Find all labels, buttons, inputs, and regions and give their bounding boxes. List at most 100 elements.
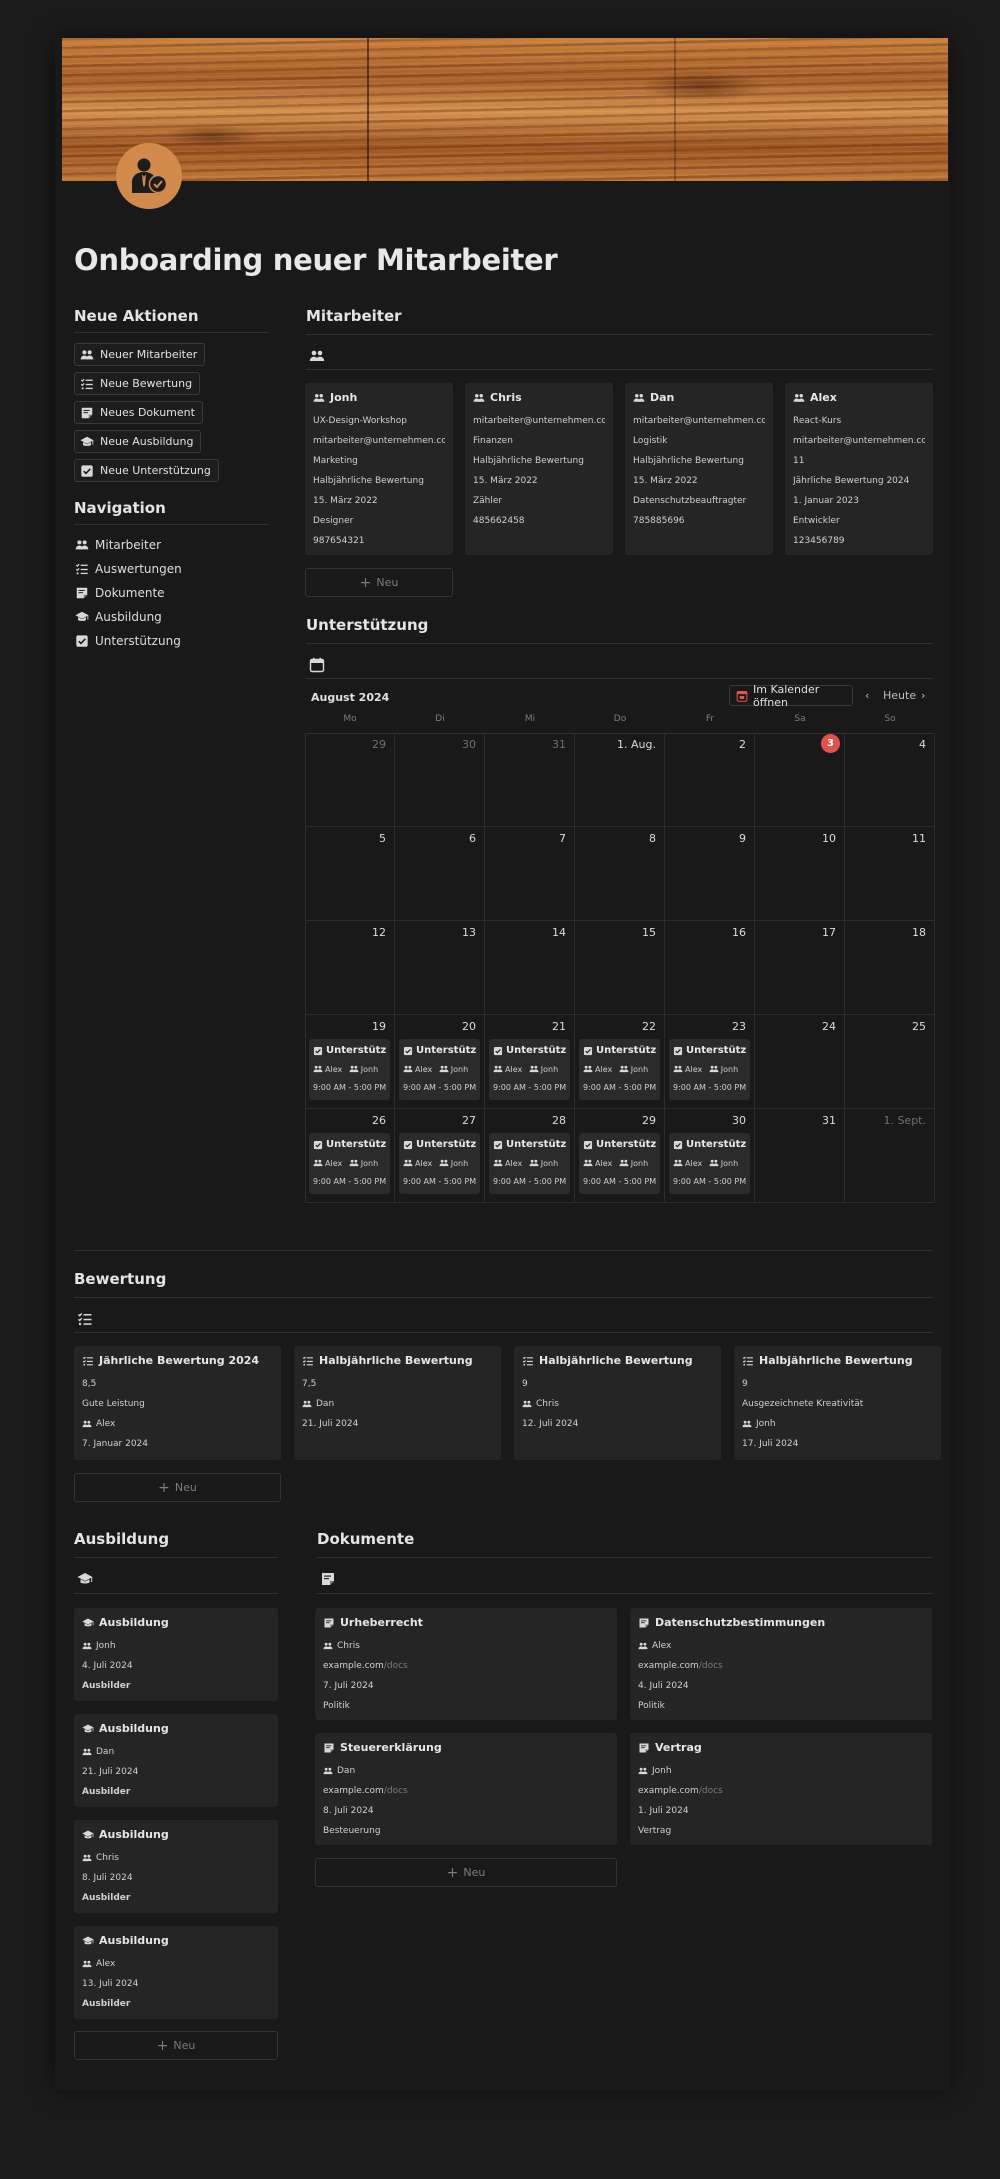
new-employee-button[interactable]: + Neu (305, 568, 453, 597)
calendar-day[interactable]: 14 (485, 921, 575, 1015)
document-card[interactable]: Urheberrecht Chris example.com/docs 7. Juli… (315, 1608, 617, 1720)
employee-card[interactable]: Alex React-Kurs mitarbeiter@unternehmen.co… (785, 383, 933, 555)
support-event[interactable]: Unterstützung Alex Jonh 9:00 AM - 5:00 PM (669, 1039, 750, 1100)
calendar-day[interactable]: 17 (755, 921, 845, 1015)
prev-month-button[interactable]: ‹ (865, 689, 869, 702)
calendar-day[interactable]: 4 (845, 733, 935, 827)
nav-item[interactable]: Mitarbeiter (75, 535, 161, 555)
calendar-day[interactable]: 1. Aug. (575, 733, 665, 827)
evaluation-card[interactable]: Halbjährliche Bewertung 9 Chris 12. Juli 20… (514, 1346, 721, 1460)
calendar-day[interactable]: 29 Unterstützung Alex Jonh 9:00 AM - 5:00 P… (575, 1109, 665, 1203)
training-card[interactable]: Ausbildung Jonh 4. Juli 2024 Ausbilder (74, 1608, 278, 1701)
calendar-day[interactable]: 11 (845, 827, 935, 921)
weekday-label: Mi (524, 714, 536, 724)
employee-card[interactable]: Jonh UX-Design-Workshop mitarbeiter@untern… (305, 383, 453, 555)
action-label: Neuer Mitarbeiter (100, 348, 198, 361)
calendar-day[interactable]: 28 Unterstützung Alex Jonh 9:00 AM - 5:00 P… (485, 1109, 575, 1203)
people-icon (633, 392, 645, 404)
calendar-day[interactable]: 16 (665, 921, 755, 1015)
calendar-day[interactable]: 25 (845, 1015, 935, 1109)
calendar-day[interactable]: 23 Unterstützung Alex Jonh 9:00 AM - 5:00 P… (665, 1015, 755, 1109)
calendar-day[interactable]: 21 Unterstützung Alex Jonh 9:00 AM - 5:00 P… (485, 1015, 575, 1109)
calendar-day[interactable]: 19 Unterstützung Alex Jonh 9:00 AM - 5:00 P… (305, 1015, 395, 1109)
calendar-day[interactable]: 1. Sept. (845, 1109, 935, 1203)
employee-card[interactable]: Chris mitarbeiter@unternehmen.com Finanzen… (465, 383, 613, 555)
document-card[interactable]: Vertrag Jonh example.com/docs 1. Juli 2024 V… (630, 1733, 932, 1845)
calendar-day[interactable]: 29 (305, 733, 395, 827)
new-document-button[interactable]: + Neu (315, 1858, 617, 1887)
evaluation-card[interactable]: Halbjährliche Bewertung 7,5 Dan 21. Juli 20… (294, 1346, 501, 1460)
calendar-day[interactable]: 26 Unterstützung Alex Jonh 9:00 AM - 5:00 P… (305, 1109, 395, 1203)
support-event[interactable]: Unterstützung Alex Jonh 9:00 AM - 5:00 PM (399, 1133, 480, 1194)
calendar-day[interactable]: 30 (395, 733, 485, 827)
new-action-button[interactable]: Neues Dokument (74, 401, 203, 424)
calendar-day[interactable]: 31 (485, 733, 575, 827)
calendar-day[interactable]: 30 Unterstützung Alex Jonh 9:00 AM - 5:00 P… (665, 1109, 755, 1203)
nav-item[interactable]: Ausbildung (75, 607, 162, 627)
calendar-day[interactable]: 20 Unterstützung Alex Jonh 9:00 AM - 5:00 P… (395, 1015, 485, 1109)
calendar-day[interactable]: 31 (755, 1109, 845, 1203)
evaluation-person: Chris (536, 1399, 559, 1409)
new-action-button[interactable]: Neuer Mitarbeiter (74, 343, 206, 366)
calendar-day[interactable]: 24 (755, 1015, 845, 1109)
nav-item[interactable]: Dokumente (75, 583, 165, 603)
training-role: Ausbilder (82, 1787, 131, 1797)
calendar-day[interactable]: 6 (395, 827, 485, 921)
support-event[interactable]: Unterstützung Alex Jonh 9:00 AM - 5:00 PM (489, 1133, 570, 1194)
document-link[interactable]: example.com/docs (323, 1781, 609, 1801)
document-icon (638, 1617, 650, 1629)
support-event[interactable]: Unterstützung Alex Jonh 9:00 AM - 5:00 PM (669, 1133, 750, 1194)
support-event[interactable]: Unterstützung Alex Jonh 9:00 AM - 5:00 PM (579, 1039, 660, 1100)
document-link[interactable]: example.com/docs (638, 1781, 924, 1801)
calendar-day[interactable]: 7 (485, 827, 575, 921)
nav-item[interactable]: Auswertungen (75, 559, 182, 579)
support-event[interactable]: Unterstützung Alex Jonh 9:00 AM - 5:00 PM (399, 1039, 480, 1100)
document-card[interactable]: Steuererklärung Dan example.com/docs 8. Jul… (315, 1733, 617, 1845)
calendar-day[interactable]: 5 (305, 827, 395, 921)
new-action-button[interactable]: Neue Bewertung (74, 372, 201, 395)
calendar-day[interactable]: 3 (755, 733, 845, 827)
new-action-button[interactable]: Neue Unterstützung (74, 459, 219, 482)
employee-card[interactable]: Dan mitarbeiter@unternehmen.com Logistik Ha… (625, 383, 773, 555)
document-link[interactable]: example.com/docs (638, 1656, 924, 1676)
calendar-day[interactable]: 12 (305, 921, 395, 1015)
calendar-day[interactable]: 27 Unterstützung Alex Jonh 9:00 AM - 5:00 P… (395, 1109, 485, 1203)
calendar-day[interactable]: 8 (575, 827, 665, 921)
new-evaluation-button[interactable]: + Neu (74, 1473, 281, 1502)
calendar-day[interactable]: 10 (755, 827, 845, 921)
document-icon[interactable] (320, 1571, 336, 1587)
calendar-day[interactable]: 13 (395, 921, 485, 1015)
people-icon[interactable] (309, 348, 325, 364)
nav-item[interactable]: Unterstützung (75, 631, 181, 651)
training-card[interactable]: Ausbildung Chris 8. Juli 2024 Ausbilder (74, 1820, 278, 1913)
checklist-icon[interactable] (77, 1311, 93, 1327)
day-number: 14 (552, 926, 566, 939)
training-card[interactable]: Ausbildung Dan 21. Juli 2024 Ausbilder (74, 1714, 278, 1807)
calendar-day[interactable]: 18 (845, 921, 935, 1015)
calendar-day[interactable]: 22 Unterstützung Alex Jonh 9:00 AM - 5:00 P… (575, 1015, 665, 1109)
graduation-cap-icon[interactable] (77, 1571, 93, 1587)
employee-check-icon[interactable] (116, 143, 182, 209)
calendar-day[interactable]: 15 (575, 921, 665, 1015)
evaluation-card[interactable]: Halbjährliche Bewertung 9 Ausgezeichnete K… (734, 1346, 941, 1460)
support-event[interactable]: Unterstützung Alex Jonh 9:00 AM - 5:00 PM (579, 1133, 660, 1194)
document-card[interactable]: Datenschutzbestimmungen Alex example.com/d… (630, 1608, 932, 1720)
next-month-button[interactable]: › (921, 689, 925, 702)
today-button[interactable]: Heute (883, 689, 916, 702)
training-card[interactable]: Ausbildung Alex 13. Juli 2024 Ausbilder (74, 1926, 278, 2019)
support-event[interactable]: Unterstützung Alex Jonh 9:00 AM - 5:00 PM (309, 1133, 390, 1194)
calendar-day[interactable]: 2 (665, 733, 755, 827)
document-icon (638, 1742, 650, 1754)
action-label: Neues Dokument (100, 406, 195, 419)
employee-property: 123456789 (793, 536, 845, 546)
new-training-button[interactable]: + Neu (74, 2031, 278, 2060)
calendar-icon[interactable] (309, 657, 325, 673)
document-link[interactable]: example.com/docs (323, 1656, 609, 1676)
support-event[interactable]: Unterstützung Alex Jonh 9:00 AM - 5:00 PM (309, 1039, 390, 1100)
new-action-button[interactable]: Neue Ausbildung (74, 430, 202, 453)
open-calendar-button[interactable]: Im Kalender öffnen (729, 683, 853, 709)
support-event[interactable]: Unterstützung Alex Jonh 9:00 AM - 5:00 PM (489, 1039, 570, 1100)
calendar-day[interactable]: 9 (665, 827, 755, 921)
employee-property: Halbjährliche Bewertung (473, 456, 584, 466)
evaluation-card[interactable]: Jährliche Bewertung 2024 8,5 Gute Leistung… (74, 1346, 281, 1460)
